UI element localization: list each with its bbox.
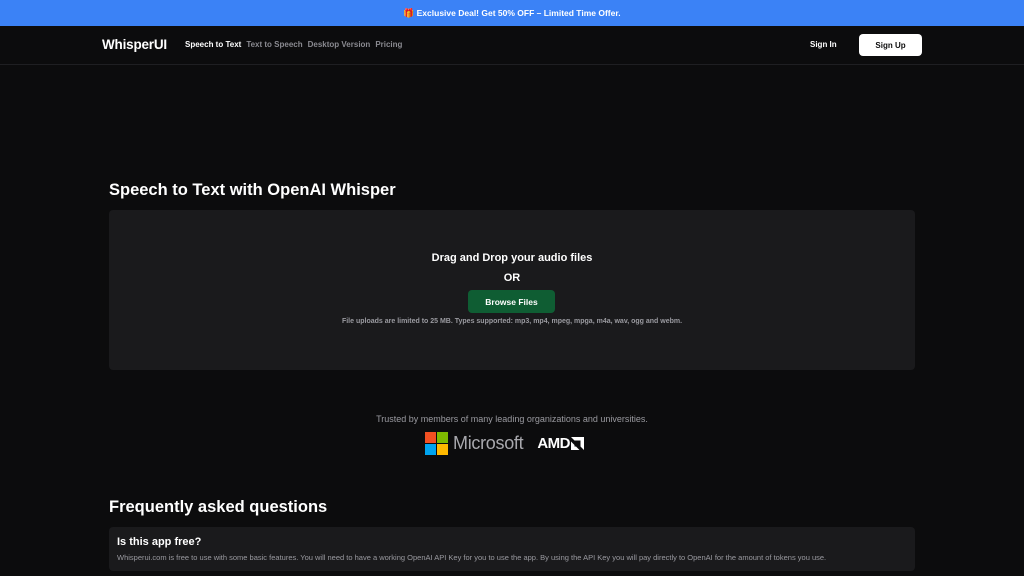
main-nav: Speech to Text Text to Speech Desktop Ve…: [185, 40, 402, 49]
brand-logo[interactable]: WhisperUI: [102, 37, 167, 52]
faq-question: Is this app free?: [117, 536, 202, 548]
amd-logo: AMD: [537, 435, 584, 452]
dropzone-title: Drag and Drop your audio files: [431, 252, 593, 264]
microsoft-wordmark: Microsoft: [453, 433, 524, 453]
page-title: Speech to Text with OpenAI Whisper: [109, 181, 396, 199]
amd-wordmark: AMD: [537, 435, 570, 452]
sign-up-button[interactable]: Sign Up: [859, 34, 922, 56]
partner-logos: Microsoft AMD: [425, 432, 584, 455]
faq-item[interactable]: Is this app free? Whisperui.com is free …: [109, 527, 915, 571]
nav-speech-to-text[interactable]: Speech to Text: [185, 40, 241, 49]
nav-desktop-version[interactable]: Desktop Version: [308, 40, 371, 49]
nav-text-to-speech[interactable]: Text to Speech: [246, 40, 302, 49]
top-navbar: WhisperUI Speech to Text Text to Speech …: [0, 26, 1024, 65]
faq-answer: Whisperui.com is free to use with some b…: [117, 553, 827, 562]
faq-heading: Frequently asked questions: [109, 498, 328, 516]
promo-text: Exclusive Deal! Get 50% OFF – Limited Ti…: [416, 8, 621, 18]
promo-banner[interactable]: 🎁 Exclusive Deal! Get 50% OFF – Limited …: [0, 0, 1024, 26]
upload-limits-note: File uploads are limited to 25 MB. Types…: [341, 318, 683, 325]
microsoft-logo: Microsoft: [425, 432, 524, 455]
trusted-by-text: Trusted by members of many leading organ…: [376, 414, 648, 424]
gift-icon: 🎁: [403, 7, 415, 18]
microsoft-squares-icon: [425, 432, 448, 455]
browse-files-button[interactable]: Browse Files: [468, 290, 555, 313]
nav-pricing[interactable]: Pricing: [375, 40, 402, 49]
audio-dropzone[interactable]: Drag and Drop your audio files OR Browse…: [109, 210, 915, 370]
sign-in-link[interactable]: Sign In: [810, 40, 837, 49]
dropzone-or: OR: [503, 272, 521, 284]
amd-arrow-icon: [570, 437, 584, 450]
